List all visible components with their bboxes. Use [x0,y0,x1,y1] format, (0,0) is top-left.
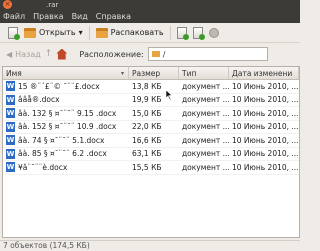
stop-icon [208,27,219,38]
file-name-cell: Wâà. 132 § ¤¯¨¯¨ 9.15 .docx [3,108,129,119]
location-label: Расположение: [79,49,144,59]
toolbar-separator [88,25,90,40]
toolbar-separator [169,25,171,40]
add-folder-button[interactable] [190,25,206,41]
file-size: 16,6 КБ [132,135,162,145]
file-date: 10 Июнь 2010, ... [232,81,299,91]
file-name-cell: W ¥â¨¯¨¨è.docx [3,162,129,173]
file-list: Имя ▾ Размер Тип Дата изменени W 15 ®¨´£¨… [2,66,300,238]
file-date: 10 Июнь 2010, ... [232,135,299,145]
file-name: âà. 152 § ¤¯¨¯¨ 10.9 .docx [18,122,117,132]
extract-icon [95,27,108,38]
file-name-cell: Wâà. 152 § ¤¯¨¯¨ 10.9 .docx [3,121,129,132]
file-type: документ ... [182,95,229,105]
file-type: документ ... [182,149,229,159]
file-name: ââå®.docx [18,95,60,105]
file-date: 10 Июнь 2010, ... [232,149,299,159]
table-row[interactable]: W 15 ®¨´£¨© ¯¨¨£.docx 13,8 КБ документ ... 1… [3,80,299,94]
menu-help[interactable]: Справка [96,12,131,21]
location-field[interactable]: / [147,47,268,61]
word-document-icon: W [6,162,15,173]
add-files-icon [176,26,189,40]
toolbar: Открыть ▾ Распаковать [0,23,300,43]
column-name-label: Имя [6,68,22,78]
file-date: 10 Июнь 2010, ... [232,122,299,132]
new-archive-icon [8,26,20,40]
file-type: документ ... [182,81,229,91]
file-type: документ ... [182,135,229,145]
word-document-icon: W [6,108,15,119]
file-name-cell: Wâà. 85 § ¤¯¨¯¨ 6.2 .docx [3,148,129,159]
file-type: документ ... [182,162,229,172]
file-size: 15,5 КБ [132,162,162,172]
table-row[interactable]: W ¥â¨¯¨¨è.docx 15,5 КБ документ ... 10 Июнь … [3,161,299,175]
add-files-button[interactable] [174,25,190,41]
column-date[interactable]: Дата изменени [229,67,299,79]
word-document-icon: W [6,81,15,92]
file-size: 63,1 КБ [132,149,162,159]
file-name-cell: Wââå®.docx [3,94,129,105]
table-row[interactable]: Wâà. 152 § ¤¯¨¯¨ 10.9 .docx 22,0 КБ докуме… [3,121,299,134]
file-type: документ ... [182,122,229,132]
file-size: 22,0 КБ [132,122,162,132]
file-name-cell: W 15 ®¨´£¨© ¯¨¨£.docx [3,81,129,92]
close-window-button[interactable]: × [3,0,12,9]
open-label: Открыть [39,28,76,37]
word-document-icon: W [6,121,15,132]
window-title: .rar [46,1,59,9]
column-type[interactable]: Тип [179,67,229,79]
file-name: 15 ®¨´£¨© ¯¨¨£.docx [18,81,100,91]
file-date: 10 Июнь 2010, ... [232,95,299,105]
extract-label: Распаковать [110,28,164,37]
file-name: âà. 74 § ¤¯¨¯¨ 5.1.docx [18,135,105,145]
add-folder-icon [192,26,205,40]
status-bar: 7 объектов (174,5 КБ) [0,240,300,250]
title-bar: × .rar [0,0,300,10]
table-row[interactable]: Wâà. 132 § ¤¯¨¯¨ 9.15 .docx 15,0 КБ докуме… [3,107,299,121]
back-button[interactable]: ◀ Назад [6,50,41,59]
file-type: документ ... [182,108,229,118]
table-row[interactable]: Wâà. 85 § ¤¯¨¯¨ 6.2 .docx 63,1 КБ документ… [3,148,299,161]
menu-file[interactable]: Файл [3,12,25,21]
file-name: ¥â¨¯¨¨è.docx [18,162,68,172]
word-document-icon: W [6,148,15,159]
up-arrow-icon[interactable]: ↑ [45,49,53,59]
menu-view[interactable]: Вид [72,12,88,21]
open-dropdown-icon[interactable]: ▾ [79,28,83,37]
stop-button[interactable] [206,25,222,41]
file-date: 10 Июнь 2010, ... [232,108,299,118]
file-name: âà. 132 § ¤¯¨¯¨ 9.15 .docx [18,108,117,118]
location-bar: ◀ Назад ↑ Расположение: / [0,44,300,64]
sort-arrow-icon: ▾ [120,70,124,77]
folder-icon [151,51,160,57]
menu-bar: Файл Правка Вид Справка [0,10,300,23]
extract-button[interactable]: Распаковать [93,25,167,41]
file-name: âà. 85 § ¤¯¨¯¨ 6.2 .docx [18,149,107,159]
column-size[interactable]: Размер [129,67,179,79]
column-name[interactable]: Имя ▾ [3,67,129,79]
table-header: Имя ▾ Размер Тип Дата изменени [3,67,299,80]
back-label: Назад [15,49,41,59]
file-name-cell: Wâà. 74 § ¤¯¨¯¨ 5.1.docx [3,135,129,146]
table-row[interactable]: Wââå®.docx 19,9 КБ документ ... 10 Июнь 201… [3,94,299,107]
file-size: 15,0 КБ [132,108,162,118]
back-arrow-icon: ◀ [6,49,13,59]
location-value: / [162,49,166,59]
open-button[interactable]: Открыть ▾ [21,25,86,41]
menu-edit[interactable]: Правка [33,12,63,21]
word-document-icon: W [6,94,15,105]
file-date: 10 Июнь 2010, ... [232,162,299,172]
new-archive-button[interactable] [5,25,21,41]
mouse-cursor-icon [166,90,173,100]
home-icon[interactable] [56,48,68,60]
table-row[interactable]: Wâà. 74 § ¤¯¨¯¨ 5.1.docx 16,6 КБ документ … [3,134,299,148]
open-folder-icon [24,27,36,38]
word-document-icon: W [6,135,15,146]
